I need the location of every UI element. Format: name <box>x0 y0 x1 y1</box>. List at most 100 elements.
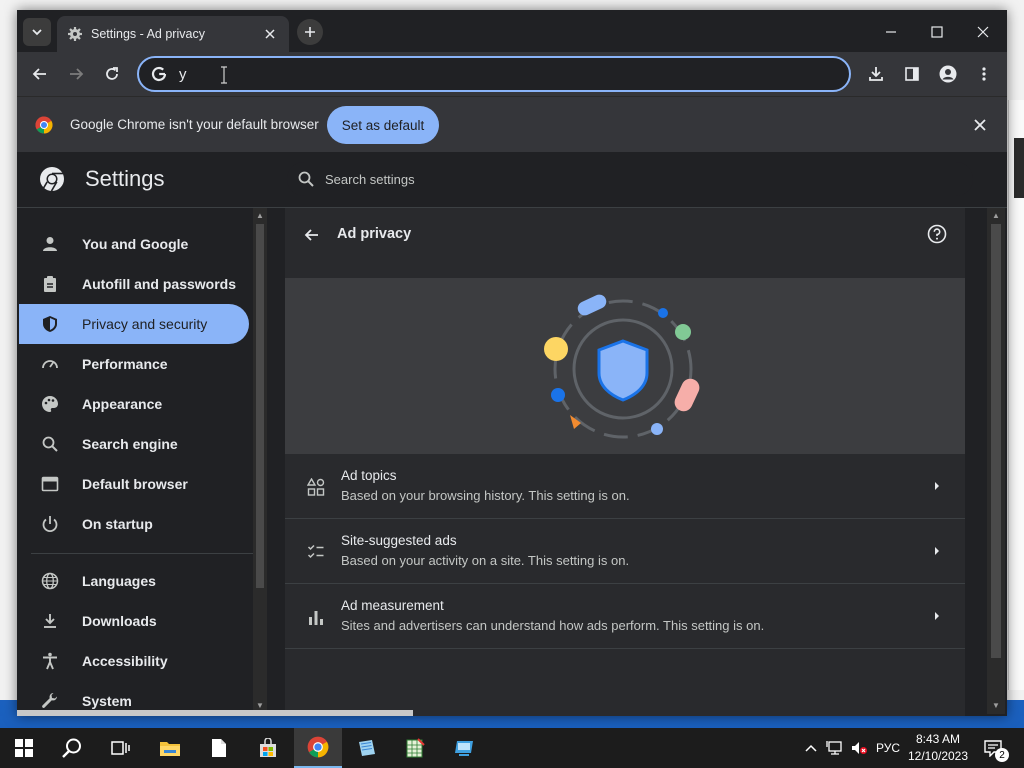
volume-muted-icon[interactable] <box>848 728 870 768</box>
scroll-up-icon[interactable]: ▲ <box>253 208 267 222</box>
tab-close-icon[interactable] <box>261 25 279 43</box>
remote-app-button[interactable] <box>440 728 488 768</box>
taskbar: РУС 8:43 AM 12/10/2023 2 <box>0 728 1024 768</box>
sidebar-item-languages[interactable]: Languages <box>19 561 249 601</box>
sidebar-item-default-browser[interactable]: Default browser <box>19 464 249 504</box>
chrome-taskbar-button[interactable] <box>294 728 342 768</box>
start-button[interactable] <box>0 728 48 768</box>
notepad-button[interactable] <box>343 728 391 768</box>
ad-measurement-row[interactable]: Ad measurement Sites and advertisers can… <box>285 584 965 649</box>
scroll-up-icon[interactable]: ▲ <box>989 208 1003 222</box>
file-explorer-button[interactable] <box>146 728 194 768</box>
chevron-right-icon <box>935 482 939 490</box>
network-icon[interactable] <box>824 728 846 768</box>
sidebar-item-downloads[interactable]: Downloads <box>19 601 249 641</box>
close-icon <box>977 26 989 38</box>
sidebar-item-label: Performance <box>82 356 168 372</box>
notepad-icon <box>359 740 375 756</box>
ad-privacy-card: Ad privacy Ad topics Based on your brows… <box>285 208 965 716</box>
main-scrollbar[interactable]: ▲ ▼ <box>987 208 1005 714</box>
site-suggested-ads-row[interactable]: Site-suggested ads Based on your activit… <box>285 519 965 584</box>
more-vert-icon <box>982 67 986 81</box>
google-g-icon <box>151 66 167 82</box>
plus-icon <box>305 27 315 37</box>
arrow-right-icon <box>70 68 84 80</box>
spreadsheet-app-button[interactable] <box>391 728 439 768</box>
search-settings-box[interactable] <box>287 162 973 196</box>
shield-icon <box>43 316 57 332</box>
profile-button[interactable] <box>934 60 962 88</box>
sidebar-scrollbar[interactable]: ▲ ▼ <box>253 208 267 714</box>
sidebar-item-on-startup[interactable]: On startup <box>19 504 249 544</box>
profile-icon <box>939 65 957 83</box>
ad-topics-row[interactable]: Ad topics Based on your browsing history… <box>285 454 965 519</box>
taskbar-clock[interactable]: 8:43 AM 12/10/2023 <box>906 731 970 765</box>
wrench-icon <box>42 693 57 708</box>
accessibility-icon <box>43 652 57 670</box>
set-as-default-button[interactable]: Set as default <box>327 106 439 144</box>
task-view-button[interactable] <box>96 728 144 768</box>
sidebar-item-label: System <box>82 693 132 709</box>
reload-button[interactable] <box>98 60 126 88</box>
sidebar-item-performance[interactable]: Performance <box>19 344 249 384</box>
new-tab-button[interactable] <box>297 19 323 45</box>
minimize-icon <box>886 31 896 33</box>
tray-overflow-chevron-icon[interactable] <box>802 728 820 768</box>
chrome-settings-logo-icon <box>40 167 64 192</box>
search-settings-input[interactable] <box>325 171 825 187</box>
infobar-close-icon[interactable] <box>969 114 991 136</box>
row-title: Site-suggested ads <box>341 533 457 548</box>
address-input[interactable] <box>179 65 779 83</box>
ad-privacy-illustration <box>285 278 965 454</box>
forward-button[interactable] <box>62 60 90 88</box>
minimize-button[interactable] <box>877 18 905 46</box>
row-title: Ad measurement <box>341 598 444 613</box>
sidebar-item-accessibility[interactable]: Accessibility <box>19 641 249 681</box>
downloads-button[interactable] <box>862 60 890 88</box>
checklist-icon <box>307 544 324 559</box>
main-scrollbar-thumb[interactable] <box>991 224 1001 658</box>
sidebar-item-label: Downloads <box>82 613 157 629</box>
bar-chart-icon <box>309 611 323 625</box>
chrome-logo-icon <box>307 736 329 758</box>
row-title: Ad topics <box>341 468 397 483</box>
close-window-button[interactable] <box>969 18 997 46</box>
clipboard-icon <box>44 276 56 292</box>
input-language-indicator[interactable]: РУС <box>872 728 904 768</box>
sidebar-item-label: Autofill and passwords <box>82 276 237 292</box>
sidebar-item-you-and-google[interactable]: You and Google <box>19 224 249 264</box>
store-button[interactable] <box>244 728 292 768</box>
task-view-icon <box>111 741 130 755</box>
address-bar[interactable] <box>137 56 851 92</box>
spreadsheet-icon <box>406 738 425 758</box>
side-panel-button[interactable] <box>898 60 926 88</box>
tab-search-button[interactable] <box>23 18 51 46</box>
sidebar-item-label: Accessibility <box>82 653 168 669</box>
scroll-down-icon[interactable]: ▼ <box>989 698 1003 712</box>
sidebar-item-appearance[interactable]: Appearance <box>19 384 249 424</box>
sidebar-item-label: On startup <box>82 516 153 532</box>
sidebar-item-autofill[interactable]: Autofill and passwords <box>19 264 249 304</box>
help-icon[interactable] <box>927 224 947 244</box>
ad-topics-icon <box>307 478 325 496</box>
sidebar-scrollbar-thumb[interactable] <box>256 224 264 588</box>
menu-button[interactable] <box>970 60 998 88</box>
background-window-dark-strip <box>1014 138 1024 198</box>
palette-icon <box>42 396 58 412</box>
reload-icon <box>106 67 118 80</box>
sidebar-item-label: Search engine <box>82 436 178 452</box>
download-icon <box>44 614 56 628</box>
maximize-button[interactable] <box>923 18 951 46</box>
document-app-button[interactable] <box>195 728 243 768</box>
back-arrow-button[interactable] <box>301 224 323 246</box>
globe-icon <box>41 572 59 590</box>
folder-icon <box>160 742 180 756</box>
sidebar-item-search-engine[interactable]: Search engine <box>19 424 249 464</box>
tab-settings[interactable]: Settings - Ad privacy <box>57 16 289 52</box>
search-icon <box>42 436 58 452</box>
sidebar-divider <box>31 553 255 554</box>
taskbar-search-button[interactable] <box>48 728 96 768</box>
sidebar-item-privacy-and-security[interactable]: Privacy and security <box>19 304 249 344</box>
back-button[interactable] <box>26 60 54 88</box>
search-icon <box>62 738 81 758</box>
